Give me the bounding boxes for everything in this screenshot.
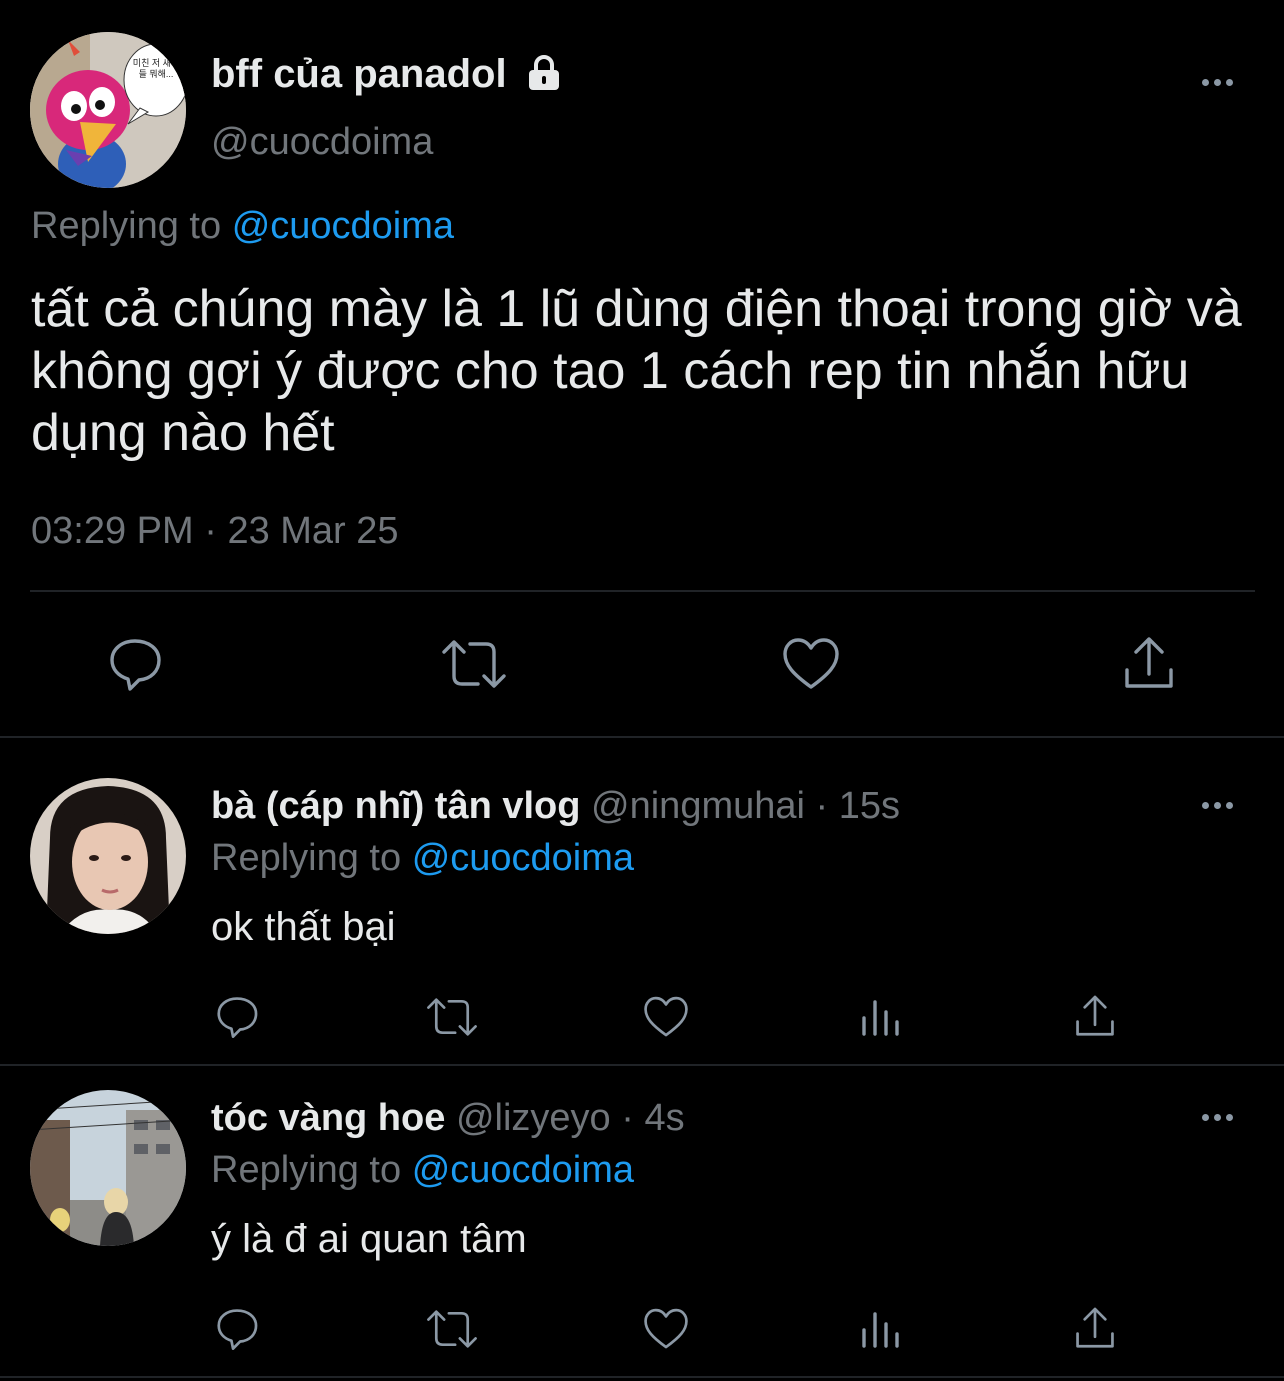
reply-1-age: · 15s [815, 785, 900, 827]
reply-1-replying-handle[interactable]: @cuocdoima [412, 837, 634, 879]
reply-2-share-button[interactable] [1073, 1305, 1117, 1351]
reply-2-reply-button[interactable] [214, 1305, 260, 1351]
reply-1-display-name[interactable]: bà (cáp nhĩ) tân vlog [211, 785, 580, 827]
avatar-bubble-text: 미친 저 새키들 뭐해... [132, 58, 180, 79]
reply-2-replying-handle[interactable]: @cuocdoima [412, 1149, 634, 1191]
display-name[interactable]: bff của panadol [211, 50, 507, 98]
share-button[interactable] [1122, 634, 1176, 692]
separator: · [204, 510, 217, 552]
reply-1-handle[interactable]: @ningmuhai [591, 785, 805, 827]
divider-3 [0, 1376, 1284, 1378]
reply-2-replying-label: Replying to [211, 1149, 402, 1191]
handle[interactable]: @cuocdoima [211, 120, 433, 164]
reply-icon [217, 1309, 258, 1350]
avatar-main[interactable]: 미친 저 새키들 뭐해... [30, 32, 186, 188]
more-icon[interactable] [1202, 802, 1233, 809]
views-icon [862, 1312, 899, 1348]
reply-2-views-button[interactable] [860, 1308, 904, 1350]
share-icon [1076, 1307, 1114, 1348]
tweet-time: 03:29 PM [31, 510, 194, 552]
divider-1 [0, 736, 1284, 738]
reply-1-replying-label: Replying to [211, 837, 402, 879]
tweet-text: tất cả chúng mày là 1 lũ dùng điện thoại… [31, 280, 1242, 462]
more-icon[interactable] [1202, 1114, 1233, 1121]
reply-2-like-button[interactable] [642, 1307, 690, 1351]
like-icon [644, 1308, 688, 1349]
reply-icon [110, 639, 161, 691]
avatar-reply-2[interactable] [30, 1090, 186, 1246]
retweet-icon [442, 640, 506, 688]
reply-1-retweet-button[interactable] [425, 995, 479, 1039]
more-icon[interactable] [1202, 79, 1233, 86]
divider-2 [0, 1064, 1284, 1066]
lock-icon [523, 53, 565, 95]
like-icon [783, 638, 839, 689]
reply-2-text: ý là đ ai quan tâm [211, 1217, 527, 1261]
reply-2-handle[interactable]: @lizyeyo [456, 1097, 611, 1139]
reply-button[interactable] [106, 634, 164, 692]
tweet-date: 23 Mar 25 [227, 510, 399, 552]
like-icon [644, 996, 688, 1037]
replying-handle-link[interactable]: @cuocdoima [232, 205, 454, 247]
reply-1-reply-button[interactable] [214, 993, 260, 1039]
divider-main [30, 590, 1255, 592]
reply-2-display-name[interactable]: tóc vàng hoe [211, 1097, 445, 1139]
share-icon [1125, 637, 1173, 688]
like-button[interactable] [781, 636, 841, 692]
reply-1-text: ok thất bại [211, 905, 396, 949]
views-icon [862, 1000, 899, 1036]
retweet-icon [427, 998, 477, 1036]
avatar-reply-1[interactable] [30, 778, 186, 934]
reply-2-retweet-button[interactable] [425, 1307, 479, 1351]
retweet-icon [427, 1310, 477, 1348]
reply-icon [217, 997, 258, 1038]
retweet-button[interactable] [440, 636, 508, 692]
share-icon [1076, 995, 1114, 1036]
reply-1-views-button[interactable] [860, 996, 904, 1038]
replying-label: Replying to [31, 205, 222, 247]
reply-2-age: · 4s [621, 1097, 685, 1139]
reply-1-share-button[interactable] [1073, 993, 1117, 1039]
reply-1-like-button[interactable] [642, 995, 690, 1039]
